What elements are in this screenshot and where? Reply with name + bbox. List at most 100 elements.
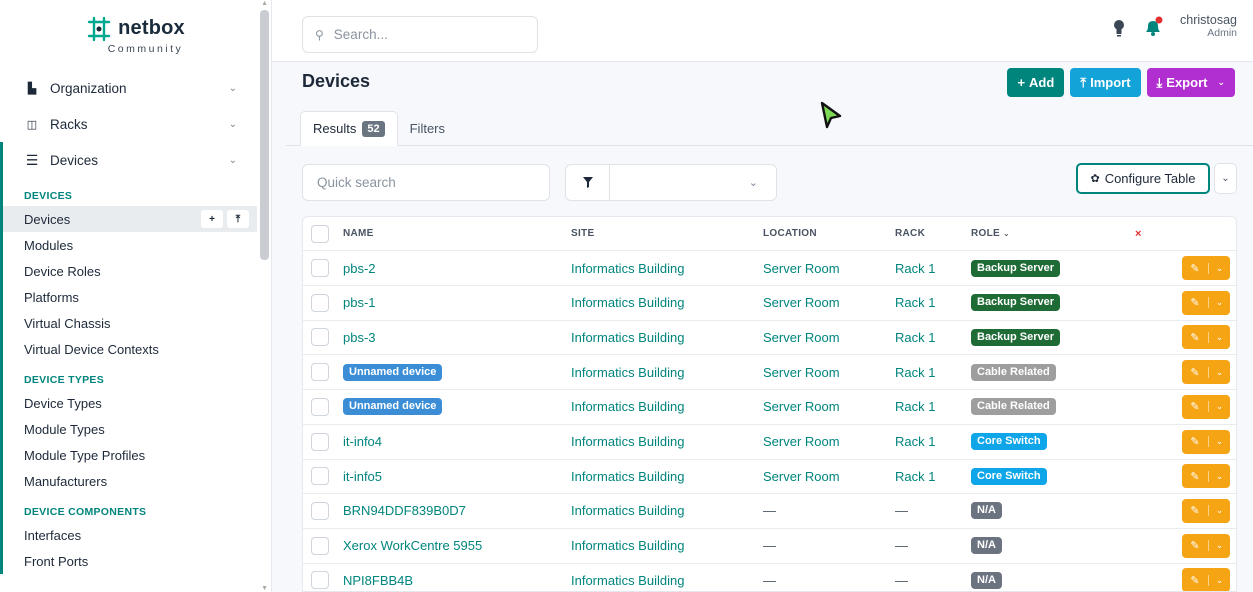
role-badge[interactable]: Backup Server (971, 259, 1061, 277)
rack-link[interactable]: Rack 1 (895, 469, 935, 484)
rack-link[interactable]: Rack 1 (895, 295, 935, 310)
sidebar-item-module-types[interactable]: Module Types (3, 416, 271, 442)
edit-pencil-icon[interactable]: ✎ (1182, 539, 1208, 552)
column-header-location[interactable]: LOCATION (763, 217, 817, 250)
row-checkbox[interactable] (311, 293, 329, 312)
import-button[interactable]: ⤒ Import (1070, 68, 1141, 97)
sidebar-scrollbar[interactable] (260, 10, 269, 260)
row-checkbox[interactable] (311, 536, 329, 555)
device-name-link[interactable]: Unnamed device (343, 363, 443, 381)
chevron-down-icon[interactable]: ⌄ (1208, 297, 1230, 309)
chevron-down-icon[interactable]: ⌄ (1208, 470, 1230, 482)
clear-ordering-icon[interactable]: × (1135, 217, 1142, 250)
device-name-link[interactable]: NPI8FBB4B (343, 573, 413, 588)
site-link[interactable]: Informatics Building (571, 399, 684, 414)
quick-search-input[interactable]: Quick search (302, 164, 550, 201)
location-link[interactable]: Server Room (763, 365, 840, 380)
filter-icon[interactable] (566, 165, 610, 200)
rack-link[interactable]: Rack 1 (895, 261, 935, 276)
edit-pencil-icon[interactable]: ✎ (1182, 366, 1208, 379)
device-name-link[interactable]: pbs-1 (343, 295, 376, 310)
sidebar-item-device-types[interactable]: Device Types (3, 390, 271, 416)
chevron-down-icon[interactable]: ⌄ (1208, 505, 1230, 517)
role-badge[interactable]: Cable Related (971, 363, 1056, 381)
sidebar-item-devices[interactable]: Devices + ⤒ (3, 206, 257, 232)
chevron-down-icon[interactable]: ⌄ (1208, 331, 1230, 343)
edit-pencil-icon[interactable]: ✎ (1182, 262, 1208, 275)
column-header-rack[interactable]: RACK (895, 217, 925, 250)
rack-link[interactable]: Rack 1 (895, 365, 935, 380)
role-badge[interactable]: N/A (971, 537, 1002, 555)
scroll-down-arrow-icon[interactable]: ▼ (261, 585, 268, 592)
chevron-down-icon[interactable]: ⌄ (1208, 574, 1230, 586)
configure-table-button[interactable]: ✿ Configure Table (1076, 163, 1210, 194)
location-link[interactable]: Server Room (763, 399, 840, 414)
site-link[interactable]: Informatics Building (571, 434, 684, 449)
chevron-down-icon[interactable]: ⌄ (1208, 436, 1230, 447)
menu-group-racks[interactable]: ◫ Racks ⌄ (0, 106, 271, 142)
row-checkbox[interactable] (311, 363, 329, 382)
row-checkbox[interactable] (311, 328, 329, 347)
edit-pencil-icon[interactable]: ✎ (1182, 331, 1208, 344)
role-badge[interactable]: Core Switch (971, 433, 1047, 450)
sidebar-item-virtual-chassis[interactable]: Virtual Chassis (3, 310, 271, 336)
site-link[interactable]: Informatics Building (571, 573, 684, 588)
location-link[interactable]: Server Room (763, 330, 840, 345)
add-device-button[interactable]: + (201, 210, 223, 228)
edit-pencil-icon[interactable]: ✎ (1182, 504, 1208, 517)
device-name-link[interactable]: pbs-3 (343, 330, 376, 345)
site-link[interactable]: Informatics Building (571, 295, 684, 310)
add-button[interactable]: + Add (1007, 68, 1065, 97)
saved-filter-select[interactable]: ⌄ (610, 165, 776, 200)
role-badge[interactable]: Cable Related (971, 398, 1056, 416)
row-checkbox[interactable] (311, 501, 329, 520)
sidebar-item-modules[interactable]: Modules (3, 232, 271, 258)
site-link[interactable]: Informatics Building (571, 365, 684, 380)
column-header-name[interactable]: NAME (343, 217, 374, 250)
column-header-site[interactable]: SITE (571, 217, 594, 250)
notification-bell-icon[interactable] (1142, 16, 1164, 38)
row-checkbox[interactable] (311, 259, 329, 277)
chevron-down-icon[interactable]: ⌄ (1208, 262, 1230, 274)
row-checkbox[interactable] (311, 397, 329, 416)
scroll-up-arrow-icon[interactable]: ▲ (261, 0, 268, 7)
chevron-down-icon[interactable]: ⌄ (1208, 540, 1230, 552)
device-name-link[interactable]: BRN94DDF839B0D7 (343, 503, 466, 518)
location-link[interactable]: Server Room (763, 469, 840, 484)
role-badge[interactable]: Backup Server (971, 294, 1061, 312)
row-checkbox[interactable] (311, 571, 329, 590)
site-link[interactable]: Informatics Building (571, 538, 684, 553)
menu-group-organization[interactable]: ▙ Organization ⌄ (0, 70, 271, 106)
edit-pencil-icon[interactable]: ✎ (1182, 470, 1208, 483)
location-link[interactable]: Server Room (763, 434, 840, 449)
device-name-link[interactable]: it-info5 (343, 469, 382, 484)
row-checkbox[interactable] (311, 467, 329, 486)
edit-pencil-icon[interactable]: ✎ (1182, 574, 1208, 587)
select-all-checkbox[interactable] (311, 225, 329, 243)
sidebar-item-module-type-profiles[interactable]: Module Type Profiles (3, 442, 271, 468)
sidebar-item-virtual-device-contexts[interactable]: Virtual Device Contexts (3, 336, 271, 362)
location-link[interactable]: Server Room (763, 295, 840, 310)
edit-pencil-icon[interactable]: ✎ (1182, 435, 1208, 448)
edit-pencil-icon[interactable]: ✎ (1182, 400, 1208, 413)
role-badge[interactable]: Backup Server (971, 328, 1061, 346)
role-badge[interactable]: Core Switch (971, 467, 1047, 485)
table-options-dropdown[interactable]: ⌄ (1214, 163, 1237, 194)
site-link[interactable]: Informatics Building (571, 261, 684, 276)
site-link[interactable]: Informatics Building (571, 330, 684, 345)
device-name-link[interactable]: it-info4 (343, 434, 382, 449)
rack-link[interactable]: Rack 1 (895, 434, 935, 449)
rack-link[interactable]: Rack 1 (895, 330, 935, 345)
chevron-down-icon[interactable]: ⌄ (1208, 366, 1230, 378)
role-badge[interactable]: N/A (971, 502, 1002, 520)
tab-results[interactable]: Results 52 (300, 111, 398, 146)
device-name-link[interactable]: pbs-2 (343, 261, 376, 276)
row-checkbox[interactable] (311, 432, 329, 451)
site-link[interactable]: Informatics Building (571, 469, 684, 484)
sidebar-item-manufacturers[interactable]: Manufacturers (3, 468, 271, 494)
sidebar-item-device-roles[interactable]: Device Roles (3, 258, 271, 284)
export-button[interactable]: ⤓ Export ⌄ (1146, 68, 1235, 97)
import-device-button[interactable]: ⤒ (227, 210, 249, 228)
sidebar-item-front-ports[interactable]: Front Ports (3, 548, 271, 574)
menu-group-devices[interactable]: ☰ Devices ⌄ (3, 142, 271, 178)
